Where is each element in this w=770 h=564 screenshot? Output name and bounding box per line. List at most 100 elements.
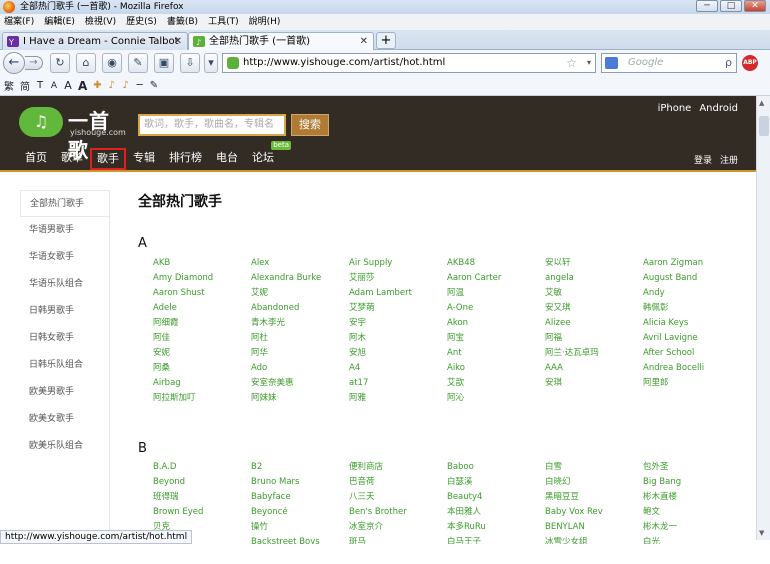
artist-link[interactable]: 便利商店 [349, 460, 447, 475]
nav-artists[interactable]: 歌手 [90, 148, 126, 170]
traditional-chinese-icon[interactable]: 繁 [4, 78, 14, 93]
site-search-button[interactable]: 搜索 [291, 114, 329, 136]
addon-icon[interactable]: ✎ [128, 53, 148, 73]
artist-link[interactable]: 艾妮 [251, 286, 349, 301]
artist-link[interactable]: 安又琪 [545, 301, 643, 316]
tab-yishouge[interactable]: ♪ 全部热门歌手 (一首歌) ✕ [188, 32, 374, 50]
music-icon[interactable]: ♪ [108, 80, 116, 91]
artist-link[interactable]: After School [643, 346, 741, 361]
sidebar-item-west-male[interactable]: 欧美男歌手 [20, 379, 109, 406]
sidebar-item-west-band[interactable]: 欧美乐队组合 [20, 433, 109, 460]
artist-link[interactable]: angela [545, 271, 643, 286]
maximize-button[interactable]: □ [720, 0, 742, 12]
sidebar-item-west-female[interactable]: 欧美女歌手 [20, 406, 109, 433]
artist-link[interactable]: Airbag [153, 376, 251, 391]
artist-link[interactable]: Amy Diamond [153, 271, 251, 286]
artist-link[interactable]: 阿福 [545, 331, 643, 346]
artist-link[interactable]: 艾歆 [447, 376, 545, 391]
artist-link[interactable]: Ant [447, 346, 545, 361]
artist-link[interactable]: 白晓幻 [545, 475, 643, 490]
artist-link[interactable]: 阿华 [251, 346, 349, 361]
menu-file[interactable]: 檔案(F) [4, 14, 34, 30]
artist-link[interactable]: AKB48 [447, 256, 545, 271]
artist-link[interactable]: 阿桑 [153, 361, 251, 376]
artist-link[interactable]: 阿妹妹 [251, 391, 349, 406]
back-button[interactable]: ← [3, 52, 25, 74]
sidebar-item-jk-band[interactable]: 日韩乐队组合 [20, 352, 109, 379]
sidebar-item-cn-band[interactable]: 华语乐队组合 [20, 271, 109, 298]
artist-link[interactable]: Air Supply [349, 256, 447, 271]
artist-link[interactable]: 阿宝 [447, 331, 545, 346]
artist-link[interactable]: Baby Vox Rev [545, 505, 643, 520]
scroll-up-icon[interactable]: ▲ [759, 99, 764, 107]
artist-link[interactable]: Beauty4 [447, 490, 545, 505]
addon-icon[interactable]: ◉ [102, 53, 122, 73]
site-search-input[interactable]: 歌词，歌手，歌曲名，专辑名 [138, 114, 286, 136]
artist-link[interactable]: Aaron Shust [153, 286, 251, 301]
artist-link[interactable]: Aiko [447, 361, 545, 376]
artist-link[interactable]: Akon [447, 316, 545, 331]
music-icon[interactable]: ♪ [122, 80, 130, 91]
nav-home[interactable]: 首页 [18, 148, 54, 170]
artist-link[interactable]: 安旭 [349, 346, 447, 361]
artist-link[interactable]: 阿细霞 [153, 316, 251, 331]
artist-link[interactable]: Aaron Zigman [643, 256, 741, 271]
artist-link[interactable]: 阿雅 [349, 391, 447, 406]
iphone-link[interactable]: iPhone [658, 103, 692, 114]
vertical-scrollbar[interactable]: ▲ ▼ [756, 96, 770, 540]
artist-link[interactable]: 安妮 [153, 346, 251, 361]
artist-link[interactable]: Alexandra Burke [251, 271, 349, 286]
artist-link[interactable]: Avril Lavigne [643, 331, 741, 346]
artist-link[interactable]: Alex [251, 256, 349, 271]
simplified-chinese-icon[interactable]: 简 [20, 78, 30, 93]
artist-link[interactable]: Abandoned [251, 301, 349, 316]
artist-link[interactable]: Ado [251, 361, 349, 376]
search-input[interactable]: Google ρ [601, 53, 737, 73]
artist-link[interactable]: 阿佳 [153, 331, 251, 346]
minimize-button[interactable]: ─ [696, 0, 718, 12]
scroll-thumb[interactable] [759, 116, 769, 136]
artist-link[interactable]: 青木李光 [251, 316, 349, 331]
toolbar-dropdown-icon[interactable]: ▾ [204, 53, 218, 73]
edit-icon[interactable]: ✎ [150, 80, 158, 91]
artist-link[interactable]: 白雪 [545, 460, 643, 475]
artist-link[interactable]: Beyond [153, 475, 251, 490]
artist-link[interactable]: BENYLAN [545, 520, 643, 535]
artist-link[interactable]: 艾丽莎 [349, 271, 447, 286]
close-tab-icon[interactable]: ✕ [360, 33, 368, 50]
addon-icon[interactable]: ✚ [93, 80, 101, 91]
artist-link[interactable]: Beyoncé [251, 505, 349, 520]
artist-link[interactable]: 阿里郎 [643, 376, 741, 391]
artist-link[interactable]: 阿沁 [447, 391, 545, 406]
text-icon[interactable]: T [36, 80, 44, 91]
artist-link[interactable]: 彬木直楼 [643, 490, 741, 505]
menu-edit[interactable]: 編輯(E) [44, 14, 75, 30]
artist-link[interactable]: 阿杜 [251, 331, 349, 346]
artist-link[interactable]: Andrea Bocelli [643, 361, 741, 376]
artist-link[interactable]: 鲍文 [643, 505, 741, 520]
nav-forum[interactable]: 论坛 beta [245, 141, 291, 170]
forward-button[interactable]: → [25, 56, 43, 70]
menu-history[interactable]: 歷史(S) [126, 14, 157, 30]
close-tab-icon[interactable]: ✕ [174, 33, 182, 50]
font-size-icon[interactable]: A [64, 79, 72, 92]
bookmark-star-icon[interactable]: ☆ [566, 54, 577, 72]
artist-link[interactable]: Andy [643, 286, 741, 301]
artist-link[interactable]: 冰室京介 [349, 520, 447, 535]
artist-link[interactable]: August Band [643, 271, 741, 286]
artist-link[interactable]: 本多RuRu [447, 520, 545, 535]
artist-link[interactable]: B.A.D [153, 460, 251, 475]
artist-link[interactable]: 包外圣 [643, 460, 741, 475]
tab-connie-talbot[interactable]: Y I Have a Dream - Connie Talbot ✕ [2, 32, 188, 50]
artist-link[interactable]: 黑暗豆豆 [545, 490, 643, 505]
sidebar-item-cn-female[interactable]: 华语女歌手 [20, 244, 109, 271]
menu-tools[interactable]: 工具(T) [208, 14, 239, 30]
artist-link[interactable]: 安琪 [545, 376, 643, 391]
scroll-down-icon[interactable]: ▼ [759, 529, 764, 537]
artist-link[interactable]: 阿兰·达瓦卓玛 [545, 346, 643, 361]
artist-link[interactable]: 艾敏 [545, 286, 643, 301]
artist-link[interactable]: 班得瑞 [153, 490, 251, 505]
artist-link[interactable]: Adele [153, 301, 251, 316]
artist-link[interactable]: 巴音荷 [349, 475, 447, 490]
login-link[interactable]: 登录 [694, 153, 712, 166]
